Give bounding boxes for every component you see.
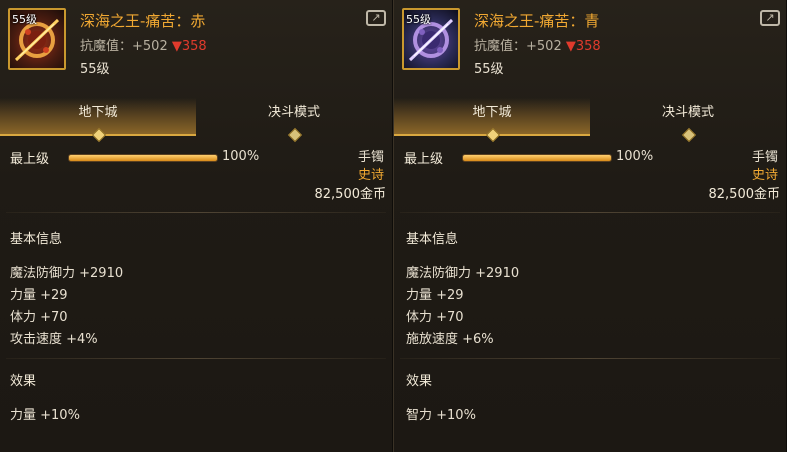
divider [6,358,386,359]
share-icon[interactable]: ↗ [760,10,780,26]
effect-line: 力量 +10% [10,408,80,423]
item-tooltip-right: 55级 深海之王-痛苦：青 抗魔值：+502 ▼358 55级 ↗ 地下城 决斗… [393,0,787,452]
stat-line: 魔法防御力 +2910 [10,266,124,281]
grade-bar-fill [463,155,611,161]
stat-line: 攻击速度 +4% [10,332,98,347]
tab-pvp-label: 决斗模式 [661,105,714,120]
effect-line: 智力 +10% [406,408,476,423]
stat-line: 力量 +29 [406,288,464,303]
grade-bar [68,154,218,162]
tab-dungeon[interactable]: 地下城 [394,98,590,143]
divider [400,358,780,359]
anti-magic-value: 抗魔值：+502 ▼358 [474,35,601,54]
item-price: 82,500金币 [314,187,387,202]
item-tooltip-left: 55级 深海之王-痛苦：赤 抗魔值：+502 ▼358 55级 ↗ 地下城 决斗… [0,0,393,452]
effect-title: 效果 [10,374,37,389]
item-level: 55级 [474,62,504,77]
effect-title: 效果 [406,374,433,389]
item-rarity: 史诗 [357,168,384,183]
tab-dungeon-label: 地下城 [472,105,512,120]
grade-bar-fill [69,155,217,161]
item-header: 55级 深海之王-痛苦：青 抗魔值：+502 ▼358 55级 ↗ [394,0,786,90]
bracelet-red-icon: 55级 [8,8,66,70]
diamond-icon [91,127,107,143]
diamond-icon [681,127,697,143]
item-name: 深海之王-痛苦：青 [474,12,600,30]
anti-magic-label: 抗魔值： [474,39,527,54]
mode-tabs: 地下城 决斗模式 [394,98,786,143]
stat-line: 施放速度 +6% [406,332,494,347]
item-compare-view: 55级 深海之王-痛苦：赤 抗魔值：+502 ▼358 55级 ↗ 地下城 决斗… [0,0,787,452]
grade-label: 最上级 [404,152,444,167]
tab-pvp-label: 决斗模式 [267,105,320,120]
grade-percent: 100% [222,149,260,164]
item-level: 55级 [80,62,110,77]
item-rarity: 史诗 [751,168,778,183]
item-slot: 手镯 [751,150,778,165]
divider [400,212,780,213]
item-header: 55级 深海之王-痛苦：赤 抗魔值：+502 ▼358 55级 ↗ [0,0,392,90]
item-level-badge: 55级 [406,13,431,26]
tab-dungeon[interactable]: 地下城 [0,98,196,143]
stat-line: 体力 +70 [406,310,464,325]
grade-bar [462,154,612,162]
basic-info-title: 基本信息 [10,232,63,247]
mode-tabs: 地下城 决斗模式 [0,98,392,143]
basic-info-title: 基本信息 [406,232,459,247]
stat-line: 力量 +29 [10,288,68,303]
item-name: 深海之王-痛苦：赤 [80,12,206,30]
grade-row: 最上级 100% 手镯 史诗 82,500金币 [394,148,786,208]
divider [6,212,386,213]
anti-magic-minus: ▼358 [171,39,207,54]
anti-magic-plus: +502 [526,39,562,54]
tab-pvp[interactable]: 决斗模式 [590,98,786,143]
grade-row: 最上级 100% 手镯 史诗 82,500金币 [0,148,392,208]
diamond-icon [287,127,303,143]
share-icon[interactable]: ↗ [366,10,386,26]
stat-line: 体力 +70 [10,310,68,325]
tab-dungeon-label: 地下城 [78,105,118,120]
grade-label: 最上级 [10,152,50,167]
anti-magic-value: 抗魔值：+502 ▼358 [80,35,207,54]
bracelet-blue-icon: 55级 [402,8,460,70]
item-slot: 手镯 [357,150,384,165]
anti-magic-plus: +502 [132,39,168,54]
grade-percent: 100% [616,149,654,164]
item-level-badge: 55级 [12,13,37,26]
diamond-icon [485,127,501,143]
tab-pvp[interactable]: 决斗模式 [196,98,392,143]
item-price: 82,500金币 [708,187,781,202]
stat-line: 魔法防御力 +2910 [406,266,520,281]
anti-magic-label: 抗魔值： [80,39,133,54]
anti-magic-minus: ▼358 [565,39,601,54]
